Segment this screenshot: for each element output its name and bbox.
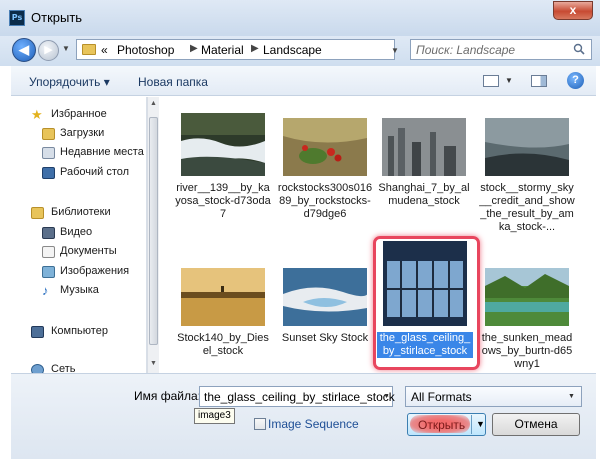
breadcrumb-photoshop[interactable]: Photoshop [117, 43, 174, 57]
image-thumbnail-berries-icon [283, 118, 367, 176]
image-sequence-checkbox[interactable] [254, 418, 266, 430]
open-options-dropdown-icon[interactable]: ▼ [476, 419, 485, 429]
filename-input[interactable]: the_glass_ceiling_by_stirlace_stock ▼ [199, 386, 395, 407]
open-button-divider [471, 415, 472, 434]
filename-value: the_glass_ceiling_by_stirlace_stock [204, 390, 395, 404]
file-name: rockstocks300s01689_by_rockstocks-d79dge… [277, 182, 373, 220]
sidebar-item-downloads[interactable]: Загрузки [60, 127, 104, 139]
scrollbar-thumb[interactable] [149, 117, 158, 345]
sidebar-item-music[interactable]: Музыка [60, 284, 99, 296]
address-bar[interactable]: « Photoshop ▶ Material ▶ Landscape [76, 39, 395, 60]
scroll-up-arrow-icon[interactable]: ▲ [150, 100, 157, 107]
sidebar-item-desktop[interactable]: Рабочий стол [60, 166, 129, 178]
image-thumbnail-glass-ceiling-icon [383, 241, 467, 326]
video-library-icon [42, 227, 55, 239]
sidebar-item-favorites[interactable]: Избранное [51, 108, 107, 120]
breadcrumb-separator-icon[interactable]: ▶ [190, 43, 198, 54]
window-title: Открыть [31, 10, 83, 25]
image-sequence-label[interactable]: Image Sequence [268, 417, 359, 431]
folder-icon [82, 44, 96, 55]
file-format-select[interactable]: All Formats ▼ [405, 386, 582, 407]
change-view-icon[interactable] [483, 75, 499, 87]
image-thumbnail-sunset-sky-icon [283, 268, 367, 326]
scroll-down-arrow-icon[interactable]: ▼ [150, 360, 157, 367]
downloads-folder-icon [42, 128, 55, 140]
libraries-icon [31, 207, 44, 219]
breadcrumb-landscape[interactable]: Landscape [263, 43, 322, 57]
new-folder-button[interactable]: Новая папка [138, 75, 208, 89]
computer-icon [31, 326, 44, 338]
back-button[interactable]: ◀ [12, 38, 36, 62]
cancel-button[interactable]: Отмена [492, 413, 580, 436]
sidebar-scrollbar[interactable]: ▲ ▼ [147, 97, 159, 373]
file-name: Shanghai_7_by_almudena_stock [378, 182, 470, 207]
pictures-library-icon [42, 266, 55, 278]
documents-library-icon [42, 246, 55, 258]
search-input[interactable]: Поиск: Landscape [410, 39, 592, 60]
image-thumbnail-stormy-sky-icon [485, 118, 569, 176]
file-name: river__139__by_kayosa_stock-d73oda7 [175, 182, 271, 220]
file-name: stock__stormy_sky__credit_and_show_the_r… [479, 182, 575, 233]
breadcrumb-overflow[interactable]: « [101, 43, 108, 57]
tooltip: image3 [194, 408, 235, 424]
open-button-label[interactable]: Открыть [418, 418, 465, 432]
sidebar-item-libraries[interactable]: Библиотеки [51, 206, 111, 218]
star-icon: ★ [31, 107, 43, 122]
file-name: the_sunken_meadows_by_burtn-d65wny1 [481, 332, 573, 370]
filename-dropdown-icon[interactable]: ▼ [383, 393, 390, 400]
preview-pane-icon[interactable] [531, 75, 547, 87]
file-name: the_glass_ceiling_by_stirlace_stock [377, 332, 473, 358]
address-dropdown-icon[interactable]: ▼ [391, 46, 399, 55]
view-options-dropdown-icon[interactable]: ▼ [505, 76, 513, 85]
navigation-pane: ★ Избранное Загрузки Недавние места Рабо… [11, 97, 147, 376]
sidebar-item-computer[interactable]: Компьютер [51, 325, 108, 337]
help-icon[interactable]: ? [567, 72, 584, 89]
breadcrumb-material[interactable]: Material [201, 43, 244, 57]
file-name: Stock140_by_Diesel_stock [177, 332, 269, 357]
search-placeholder: Поиск: Landscape [416, 43, 516, 57]
sidebar-item-pictures[interactable]: Изображения [60, 265, 129, 277]
organize-menu[interactable]: Упорядочить ▾ [29, 75, 110, 89]
title-bar [0, 0, 600, 36]
sidebar-item-documents[interactable]: Документы [60, 245, 117, 257]
filename-label: Имя файла: [134, 389, 201, 403]
photoshop-app-icon: Ps [9, 10, 25, 26]
image-thumbnail-river-icon [181, 113, 265, 176]
music-note-icon: ♪ [42, 283, 49, 298]
desktop-icon [42, 167, 55, 179]
image-thumbnail-shanghai-icon [382, 118, 466, 176]
forward-button[interactable]: ▶ [38, 40, 59, 61]
chevron-down-icon[interactable]: ▼ [568, 393, 575, 400]
image-thumbnail-field-icon [181, 268, 265, 326]
file-format-value: All Formats [411, 390, 472, 404]
file-name: Sunset Sky Stock [281, 332, 369, 344]
close-button[interactable]: x [553, 1, 593, 20]
breadcrumb-separator-icon[interactable]: ▶ [251, 43, 259, 54]
recent-places-icon [42, 147, 55, 159]
recent-locations-dropdown[interactable]: ▼ [62, 44, 70, 53]
search-icon[interactable] [573, 43, 585, 55]
sidebar-item-video[interactable]: Видео [60, 226, 92, 238]
sidebar-item-recent-places[interactable]: Недавние места [60, 146, 144, 158]
image-thumbnail-meadows-icon [485, 268, 569, 326]
